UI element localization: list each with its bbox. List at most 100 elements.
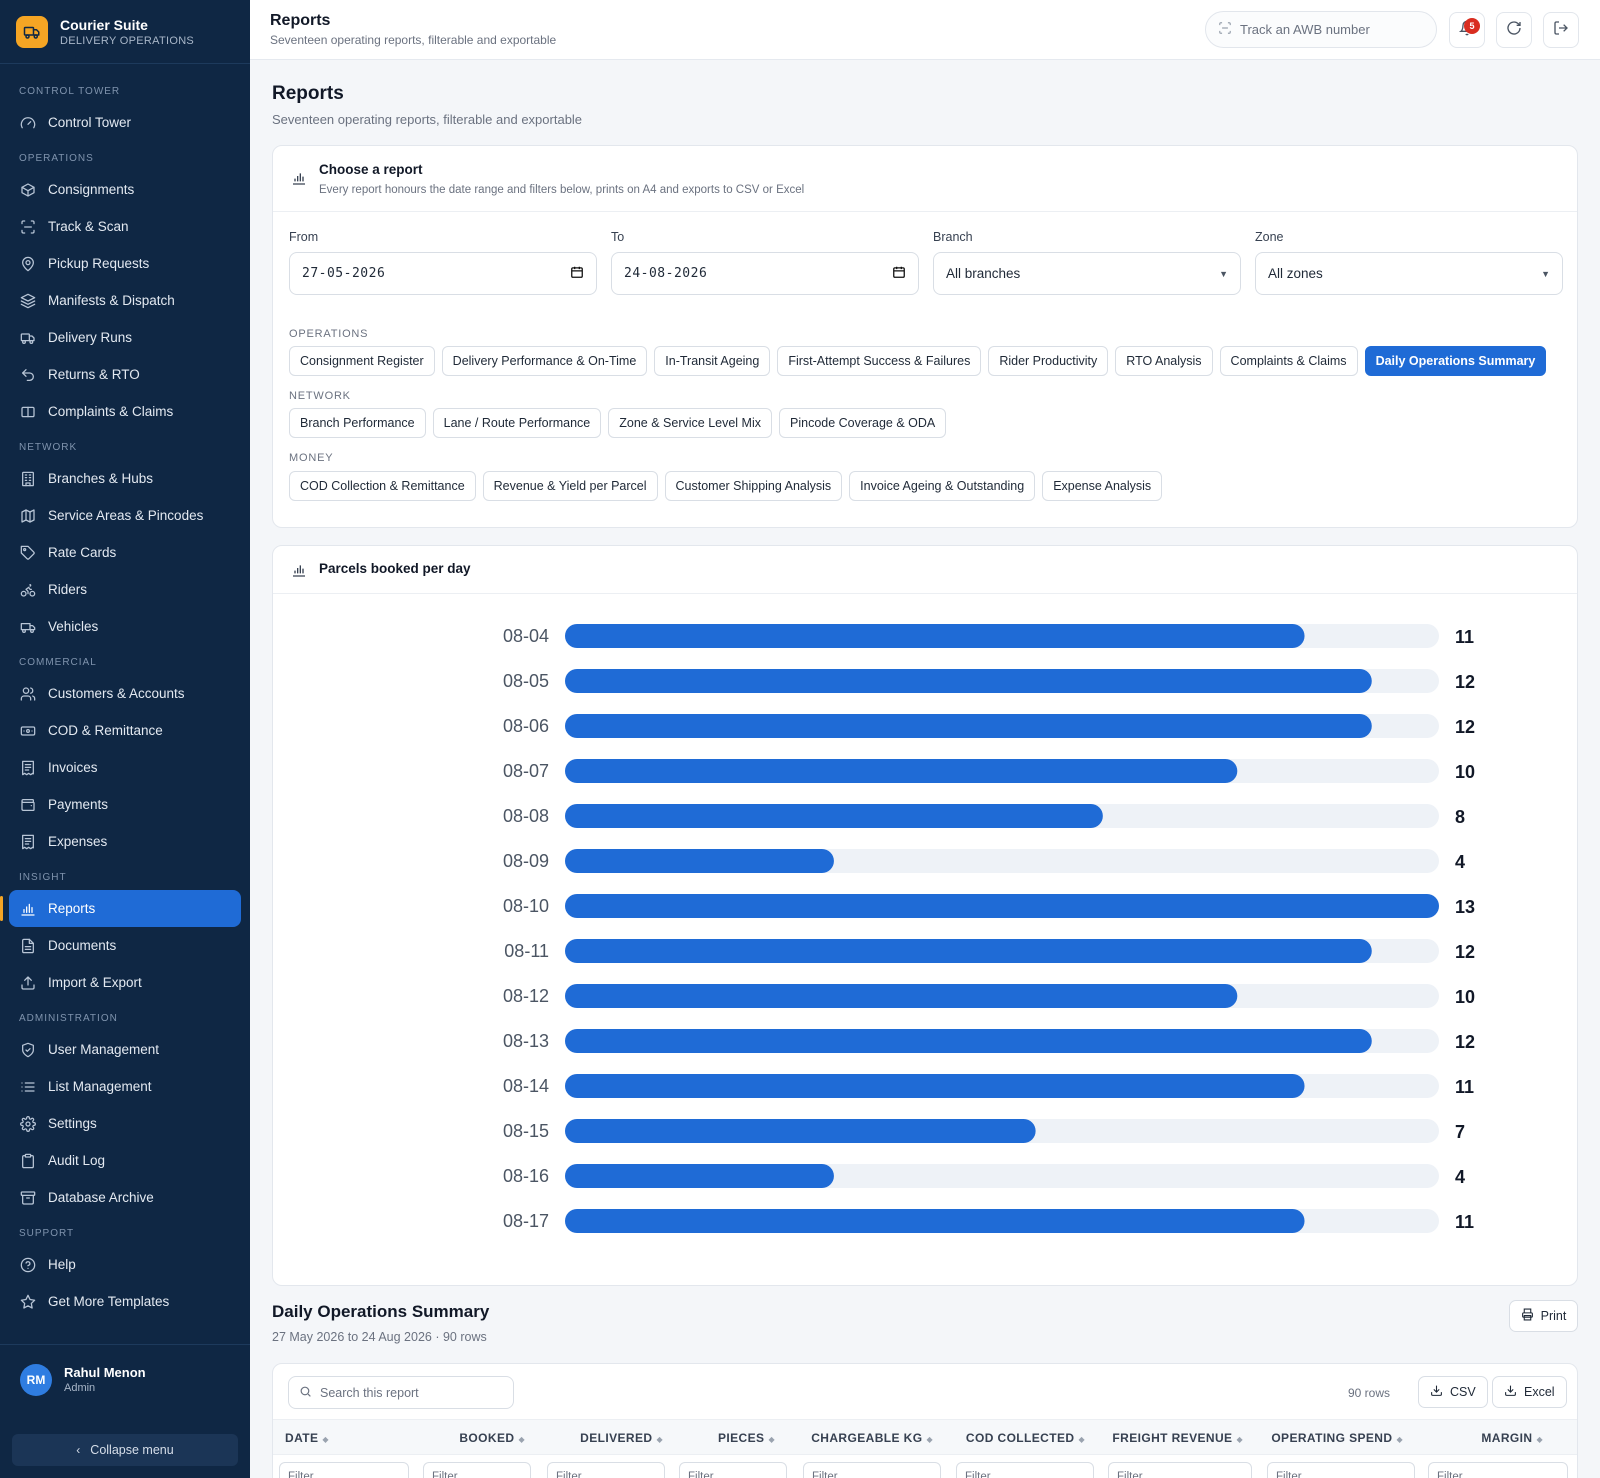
sidebar-item-returns-rto[interactable]: Returns & RTO: [0, 356, 241, 393]
sidebar: Courier Suite DELIVERY OPERATIONS CONTRO…: [0, 0, 250, 1478]
report-chip[interactable]: Lane / Route Performance: [432, 408, 602, 438]
column-header[interactable]: OPERATING SPEND ◆: [1271, 1431, 1403, 1445]
excel-export-button[interactable]: Excel: [1492, 1376, 1567, 1408]
sidebar-item-vehicles[interactable]: Vehicles: [0, 608, 241, 645]
sidebar-item-delivery-runs[interactable]: Delivery Runs: [0, 319, 241, 356]
bar[interactable]: [565, 1209, 1305, 1233]
report-chip[interactable]: Expense Analysis: [1042, 471, 1163, 501]
bar[interactable]: [565, 1119, 1036, 1143]
report-chip[interactable]: Delivery Performance & On-Time: [441, 346, 648, 376]
sidebar-item-complaints-claims[interactable]: Complaints & Claims: [0, 393, 241, 430]
column-header[interactable]: DELIVERED ◆: [580, 1431, 663, 1445]
column-filter-input[interactable]: Filter: [279, 1462, 409, 1478]
print-button[interactable]: Print: [1509, 1300, 1578, 1332]
data-label: 4: [1455, 852, 1465, 872]
sidebar-item-pickup-requests[interactable]: Pickup Requests: [0, 245, 241, 282]
bar[interactable]: [565, 804, 1103, 828]
column-filter-input[interactable]: Filter: [1108, 1462, 1252, 1478]
sidebar-item-audit-log[interactable]: Audit Log: [0, 1142, 241, 1179]
report-chip[interactable]: Zone & Service Level Mix: [608, 408, 772, 438]
report-chip[interactable]: First-Attempt Success & Failures: [777, 346, 982, 376]
report-search-input[interactable]: Search this report: [288, 1376, 514, 1409]
column-header[interactable]: CHARGEABLE KG ◆: [811, 1431, 933, 1445]
column-filter-input[interactable]: Filter: [423, 1462, 531, 1478]
csv-export-button[interactable]: CSV: [1418, 1376, 1488, 1408]
data-label: 11: [1455, 1212, 1474, 1232]
bar[interactable]: [565, 669, 1372, 693]
report-chip[interactable]: Rider Productivity: [988, 346, 1109, 376]
sidebar-item-help[interactable]: Help: [0, 1246, 241, 1283]
report-chip[interactable]: Branch Performance: [289, 408, 426, 438]
column-header[interactable]: DATE ◆: [285, 1431, 329, 1445]
sidebar-item-service-areas-pincodes[interactable]: Service Areas & Pincodes: [0, 497, 241, 534]
column-filter-input[interactable]: Filter: [679, 1462, 787, 1478]
sidebar-item-label: Rate Cards: [48, 545, 117, 560]
caret-down-icon: ▼: [1541, 268, 1550, 279]
column-header[interactable]: MARGIN ◆: [1481, 1431, 1543, 1445]
sidebar-item-riders[interactable]: Riders: [0, 571, 241, 608]
column-header[interactable]: FREIGHT REVENUE ◆: [1112, 1431, 1243, 1445]
logout-button[interactable]: [1543, 12, 1579, 48]
user-profile[interactable]: RM Rahul Menon Admin: [0, 1344, 250, 1414]
bar[interactable]: [565, 1029, 1372, 1053]
bar-chart-icon: [291, 170, 307, 191]
sidebar-item-cod-remittance[interactable]: COD & Remittance: [0, 712, 241, 749]
column-filter-input[interactable]: Filter: [1428, 1462, 1568, 1478]
to-date-input[interactable]: 24-08-2026: [611, 252, 919, 295]
bar[interactable]: [565, 1074, 1305, 1098]
report-chip[interactable]: In-Transit Ageing: [654, 346, 771, 376]
collapse-menu-button[interactable]: ‹ Collapse menu: [12, 1434, 238, 1466]
sidebar-item-rate-cards[interactable]: Rate Cards: [0, 534, 241, 571]
sidebar-item-control-tower[interactable]: Control Tower: [0, 104, 241, 141]
report-chip[interactable]: Daily Operations Summary: [1364, 346, 1547, 376]
column-filter-input[interactable]: Filter: [803, 1462, 941, 1478]
sidebar-item-settings[interactable]: Settings: [0, 1105, 241, 1142]
column-header[interactable]: COD COLLECTED ◆: [966, 1431, 1085, 1445]
bar[interactable]: [565, 624, 1305, 648]
zone-select[interactable]: All zones ▼: [1255, 252, 1563, 295]
report-chip[interactable]: Invoice Ageing & Outstanding: [849, 471, 1036, 501]
sidebar-item-branches-hubs[interactable]: Branches & Hubs: [0, 460, 241, 497]
column-filter-input[interactable]: Filter: [547, 1462, 665, 1478]
search-placeholder: Search this report: [320, 1385, 419, 1400]
sidebar-item-user-management[interactable]: User Management: [0, 1031, 241, 1068]
bar[interactable]: [565, 849, 834, 873]
sidebar-item-expenses[interactable]: Expenses: [0, 823, 241, 860]
report-chip[interactable]: Customer Shipping Analysis: [664, 471, 843, 501]
branch-select[interactable]: All branches ▼: [933, 252, 1241, 295]
column-filter-input[interactable]: Filter: [1267, 1462, 1415, 1478]
report-chip[interactable]: Pincode Coverage & ODA: [779, 408, 947, 438]
sidebar-item-consignments[interactable]: Consignments: [0, 171, 241, 208]
report-chip[interactable]: COD Collection & Remittance: [289, 471, 476, 501]
bar[interactable]: [565, 1164, 834, 1188]
report-chip[interactable]: Revenue & Yield per Parcel: [482, 471, 658, 501]
notifications-button[interactable]: 5: [1449, 12, 1485, 48]
sidebar-item-import-export[interactable]: Import & Export: [0, 964, 241, 1001]
report-chooser-title: Choose a report: [319, 162, 423, 177]
sidebar-item-track-scan[interactable]: Track & Scan: [0, 208, 241, 245]
report-chip[interactable]: Complaints & Claims: [1219, 346, 1358, 376]
report-chip[interactable]: Consignment Register: [289, 346, 435, 376]
column-header[interactable]: BOOKED ◆: [459, 1431, 525, 1445]
bar[interactable]: [565, 714, 1372, 738]
bar[interactable]: [565, 984, 1238, 1008]
bar[interactable]: [565, 939, 1372, 963]
sidebar-item-invoices[interactable]: Invoices: [0, 749, 241, 786]
column-header[interactable]: PIECES ◆: [718, 1431, 775, 1445]
bar[interactable]: [565, 894, 1439, 918]
sidebar-item-customers-accounts[interactable]: Customers & Accounts: [0, 675, 241, 712]
refresh-button[interactable]: [1496, 12, 1532, 48]
awb-search-input[interactable]: Track an AWB number: [1205, 11, 1437, 48]
sidebar-item-reports[interactable]: Reports: [0, 890, 241, 927]
column-filter-input[interactable]: Filter: [956, 1462, 1094, 1478]
sidebar-item-manifests-dispatch[interactable]: Manifests & Dispatch: [0, 282, 241, 319]
sidebar-item-payments[interactable]: Payments: [0, 786, 241, 823]
report-chip[interactable]: RTO Analysis: [1115, 346, 1213, 376]
bar[interactable]: [565, 759, 1238, 783]
from-date-input[interactable]: 27-05-2026: [289, 252, 597, 295]
sidebar-item-documents[interactable]: Documents: [0, 927, 241, 964]
sidebar-item-get-more-templates[interactable]: Get More Templates: [0, 1283, 241, 1320]
sidebar-item-database-archive[interactable]: Database Archive: [0, 1179, 241, 1216]
sidebar-item-list-management[interactable]: List Management: [0, 1068, 241, 1105]
parcels-chart-card: Parcels booked per day 08-04 11 08-05 12 08-…: [272, 545, 1578, 1286]
